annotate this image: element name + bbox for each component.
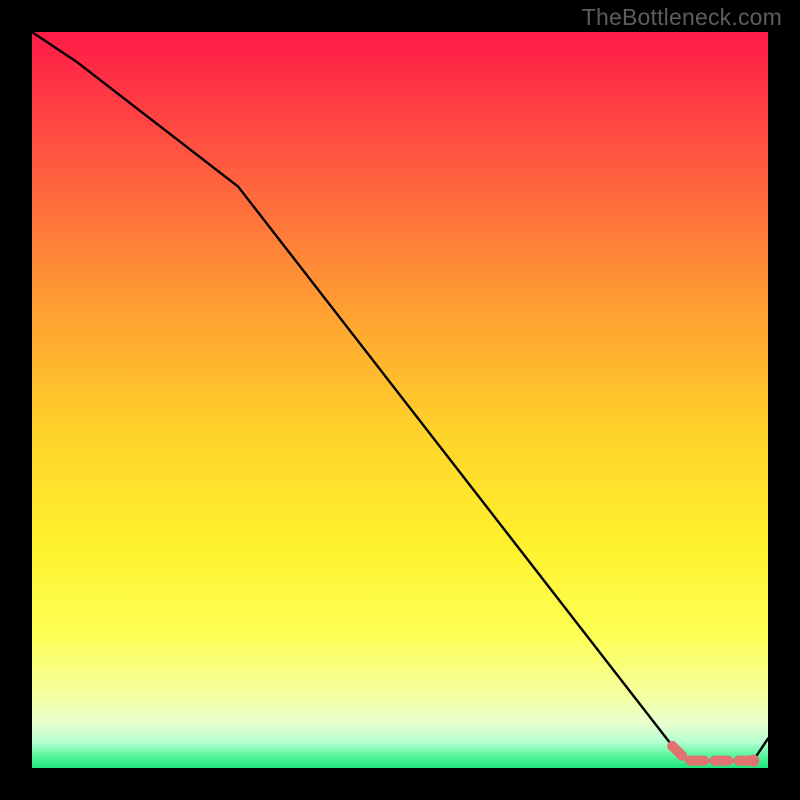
optimal-range-start-dot <box>667 741 677 751</box>
gradient-plot-bg <box>32 32 768 768</box>
bottleneck-chart <box>0 0 800 800</box>
chart-container: { "watermark": "TheBottleneck.com", "col… <box>0 0 800 800</box>
optimal-range-end-dot <box>747 755 759 767</box>
watermark-text: TheBottleneck.com <box>582 4 782 31</box>
